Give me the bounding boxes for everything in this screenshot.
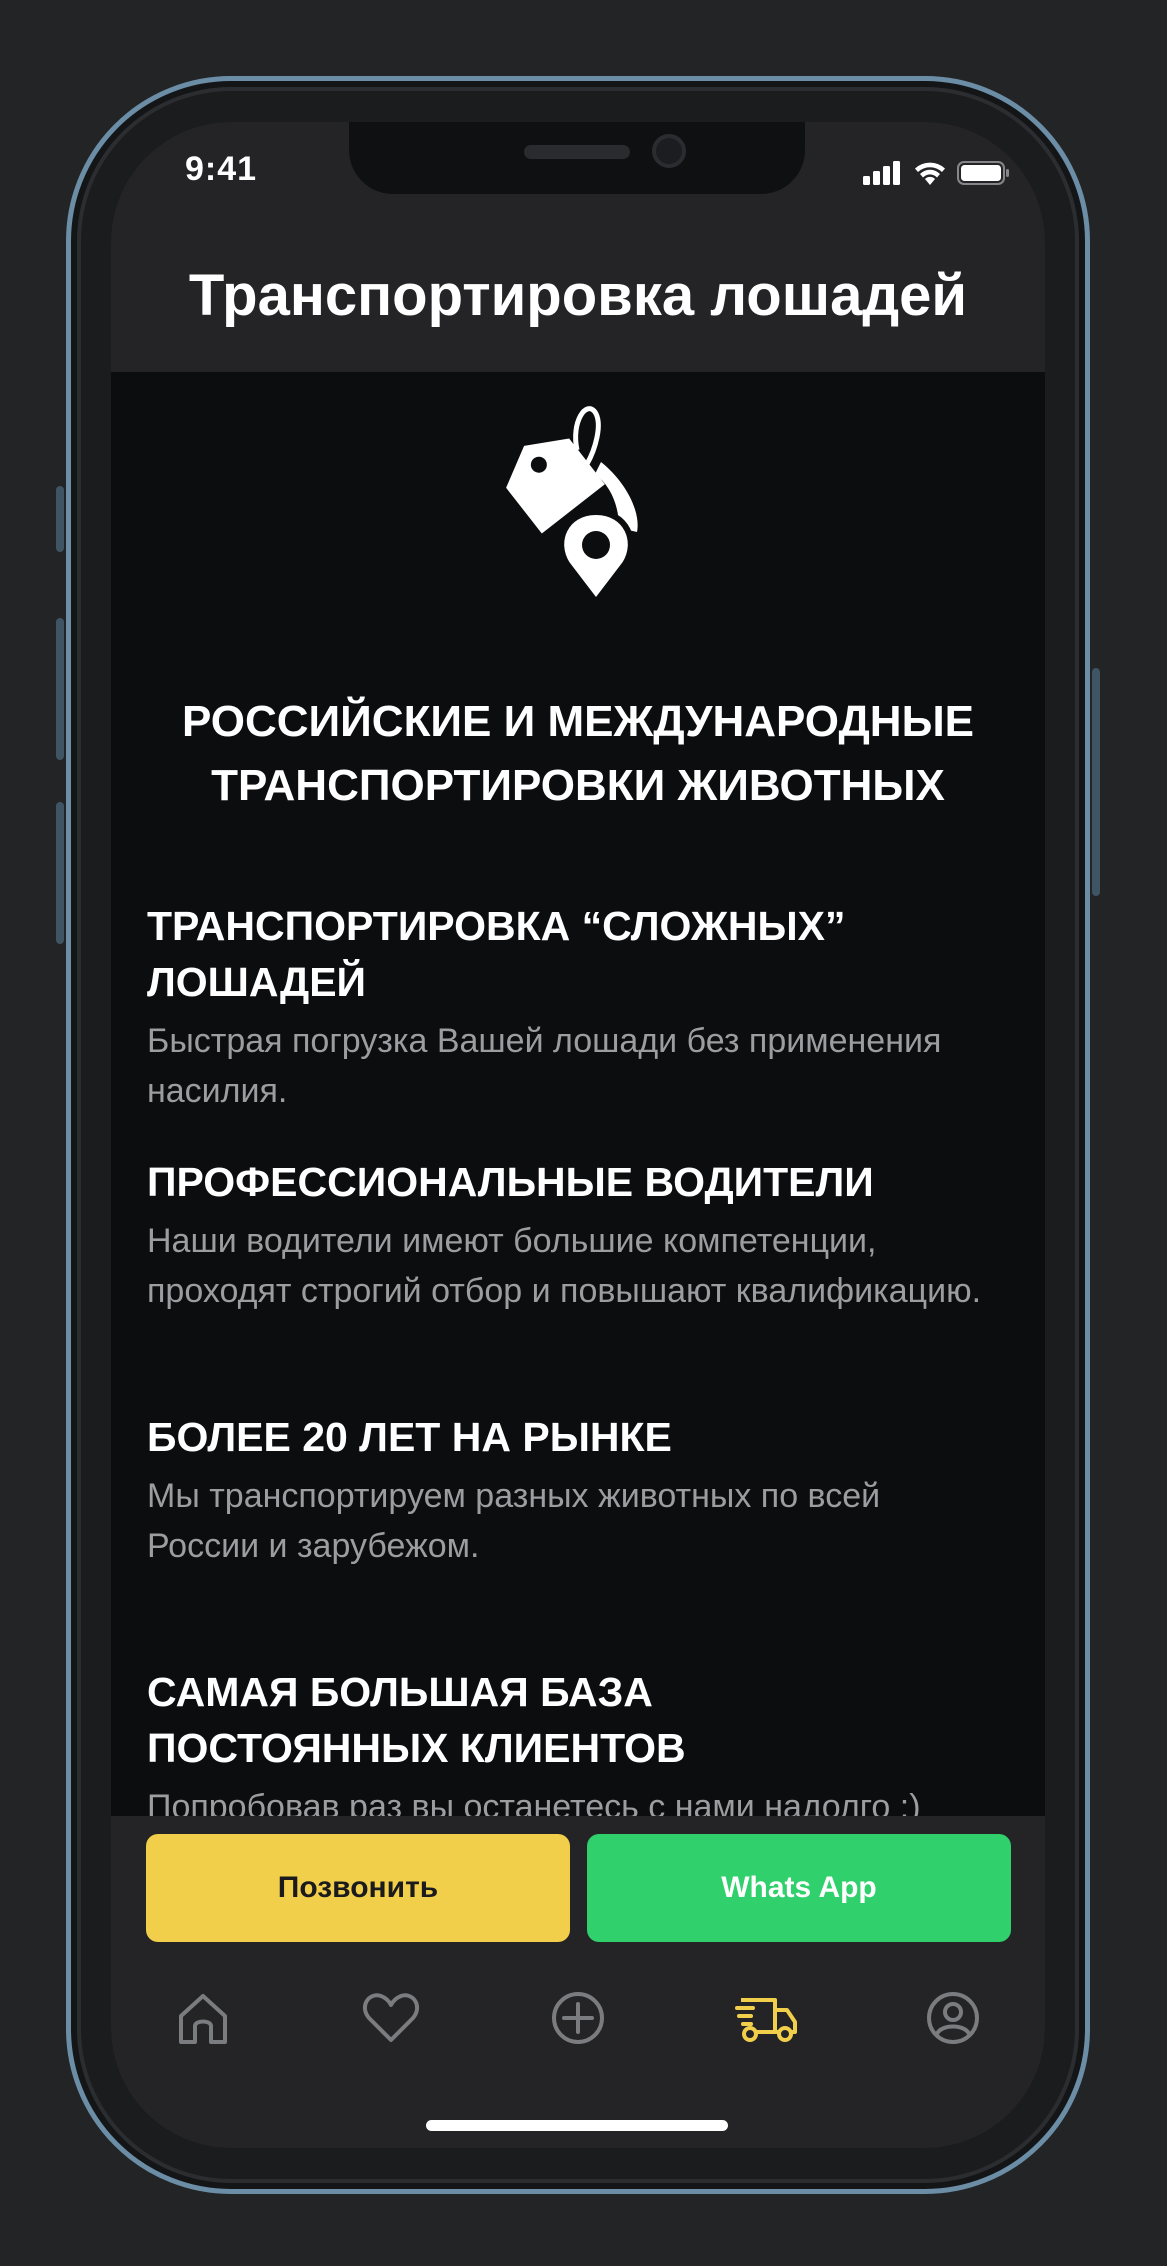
status-time: 9:41 <box>185 150 258 188</box>
phone-screen: 9:41 Транспортировка лошадей РОССИЙСКИЕ … <box>111 122 1045 2148</box>
call-button[interactable]: Позвонить <box>146 1834 570 1942</box>
feature-text: Мы транспортируем разных животных по все… <box>147 1477 881 1565</box>
feature-item: ТРАНСПОРТИРОВКА “СЛОЖНЫХ” ЛОШАДЕЙ Быстра… <box>147 898 1017 1116</box>
status-icons <box>863 160 1011 186</box>
feature-text: Наши водители имеют большие компетенции,… <box>147 1222 982 1310</box>
header-bar: 9:41 Транспортировка лошадей <box>111 122 1045 372</box>
silent-switch <box>56 486 64 552</box>
feature-item: ПРОФЕССИОНАЛЬНЫЕ ВОДИТЕЛИ Наши водители … <box>147 1154 1017 1316</box>
home-icon[interactable] <box>173 1988 233 2048</box>
heart-icon[interactable] <box>361 1988 421 2048</box>
speaker-grille <box>524 145 630 159</box>
front-camera <box>652 134 686 168</box>
notch <box>349 122 805 194</box>
power-button <box>1092 668 1100 896</box>
feature-title: БОЛЕЕ 20 ЛЕТ НА РЫНКЕ <box>147 1414 672 1460</box>
feature-item: БОЛЕЕ 20 ЛЕТ НА РЫНКЕ Мы транспортируем … <box>147 1409 1017 1571</box>
battery-icon <box>957 161 1009 185</box>
feature-title: ПРОФЕССИОНАЛЬНЫЕ ВОДИТЕЛИ <box>147 1159 874 1205</box>
feature-item: САМАЯ БОЛЬШАЯ БАЗА ПОСТОЯННЫХ КЛИЕНТОВ П… <box>147 1664 1017 1816</box>
tag-location-icon <box>506 406 638 602</box>
headline-line-1: РОССИЙСКИЕ И МЕЖДУНАРОДНЫЕ <box>182 697 974 746</box>
whatsapp-button[interactable]: Whats App <box>587 1834 1011 1942</box>
headline-line-2: ТРАНСПОРТИРОВКИ ЖИВОТНЫХ <box>211 761 945 810</box>
page-title: Транспортировка лошадей <box>188 263 968 328</box>
profile-icon[interactable] <box>923 1988 983 2048</box>
home-indicator[interactable] <box>426 2120 728 2131</box>
content-scroll-area[interactable]: РОССИЙСКИЕ И МЕЖДУНАРОДНЫЕ ТРАНСПОРТИРОВ… <box>111 372 1045 1816</box>
cellular-signal-icon <box>863 161 900 185</box>
feature-title: ТРАНСПОРТИРОВКА “СЛОЖНЫХ” ЛОШАДЕЙ <box>147 903 846 1005</box>
headline: РОССИЙСКИЕ И МЕЖДУНАРОДНЫЕ ТРАНСПОРТИРОВ… <box>151 690 1005 818</box>
feature-title: САМАЯ БОЛЬШАЯ БАЗА ПОСТОЯННЫХ КЛИЕНТОВ <box>147 1669 686 1771</box>
truck-icon[interactable] <box>735 1988 801 2048</box>
volume-up-button <box>56 618 64 760</box>
volume-down-button <box>56 802 64 944</box>
plus-circle-icon[interactable] <box>548 1988 608 2048</box>
feature-text: Быстрая погрузка Вашей лошади без примен… <box>147 1022 942 1110</box>
wifi-icon <box>915 162 945 185</box>
action-bar: Позвонить Whats App <box>111 1816 1045 1964</box>
feature-text: Попробовав раз вы останетесь с нами надо… <box>147 1788 921 1816</box>
